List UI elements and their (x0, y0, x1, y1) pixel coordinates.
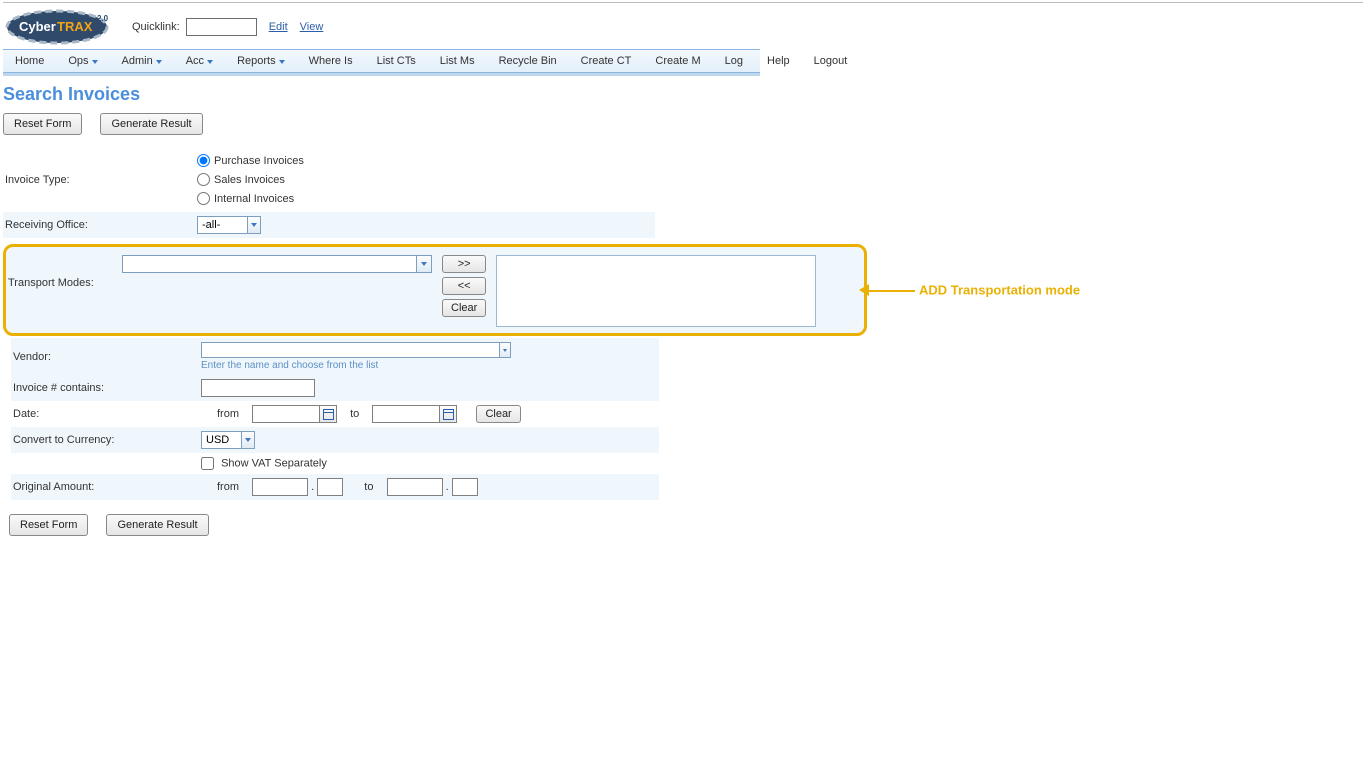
date-clear-button[interactable]: Clear (476, 405, 520, 423)
nav-where-is[interactable]: Where Is (297, 50, 365, 72)
transport-modes-label: Transport Modes: (6, 253, 122, 327)
transport-mode-add-button[interactable]: >> (442, 255, 486, 273)
nav-list-ms[interactable]: List Ms (428, 50, 487, 72)
nav-reports[interactable]: Reports (225, 50, 297, 72)
date-from-label: from (217, 408, 239, 420)
page-title: Search Invoices (3, 84, 1363, 105)
amount-to-whole-input[interactable] (387, 478, 443, 496)
nav-ops[interactable]: Ops (56, 50, 109, 72)
receiving-office-dropdown[interactable] (197, 216, 261, 234)
chevron-down-icon (92, 60, 98, 64)
chevron-down-icon (279, 60, 285, 64)
transport-mode-remove-button[interactable]: << (442, 277, 486, 295)
annotation-text: ADD Transportation mode (919, 283, 1080, 298)
amount-to-dec-input[interactable] (452, 478, 478, 496)
amount-from-dec-input[interactable] (317, 478, 343, 496)
chevron-down-icon (207, 60, 213, 64)
invoice-type-internal-label: Internal Invoices (214, 193, 294, 205)
reset-form-button[interactable]: Reset Form (3, 113, 82, 135)
nav-logout[interactable]: Logout (802, 50, 860, 72)
nav-create-m[interactable]: Create M (643, 50, 712, 72)
transport-modes-dropdown[interactable] (122, 255, 432, 273)
chevron-down-icon[interactable] (416, 256, 431, 272)
invoice-type-purchase-label: Purchase Invoices (214, 155, 304, 167)
svg-text:Cyber: Cyber (19, 19, 56, 34)
reset-form-button-bottom[interactable]: Reset Form (9, 514, 88, 536)
date-to-label: to (350, 408, 359, 420)
date-label: Date: (11, 401, 195, 427)
quicklink-label: Quicklink: (132, 21, 180, 33)
nav-help[interactable]: Help (755, 50, 802, 72)
annotation-arrow (865, 290, 915, 292)
generate-result-button-bottom[interactable]: Generate Result (106, 514, 208, 536)
nav-create-ct[interactable]: Create CT (569, 50, 644, 72)
original-amount-label: Original Amount: (11, 474, 195, 500)
amount-to-label: to (364, 481, 373, 493)
date-to-input[interactable] (372, 405, 457, 423)
invoice-type-sales-radio[interactable] (197, 173, 210, 186)
transport-modes-selected-list[interactable] (496, 255, 816, 327)
main-navbar: Home Ops Admin Acc Reports Where Is List… (3, 49, 760, 73)
transport-mode-clear-button[interactable]: Clear (442, 299, 486, 317)
chevron-down-icon[interactable] (499, 343, 510, 357)
invoice-type-label: Invoice Type: (3, 147, 191, 212)
edit-link[interactable]: Edit (269, 21, 288, 33)
amount-from-whole-input[interactable] (252, 478, 308, 496)
nav-acc[interactable]: Acc (174, 50, 225, 72)
vendor-hint: Enter the name and choose from the list (201, 360, 653, 371)
vendor-label: Vendor: (11, 338, 195, 375)
invoice-type-sales-label: Sales Invoices (214, 174, 285, 186)
chevron-down-icon (156, 60, 162, 64)
currency-dropdown[interactable] (201, 431, 255, 449)
nav-recycle-bin[interactable]: Recycle Bin (487, 50, 569, 72)
invoice-type-purchase-radio[interactable] (197, 154, 210, 167)
chevron-down-icon[interactable] (241, 432, 254, 448)
svg-text:TRAX: TRAX (57, 19, 93, 34)
transport-modes-section: Transport Modes: >> << Clear (3, 244, 867, 336)
quicklink-input[interactable] (186, 18, 257, 36)
nav-log[interactable]: Log (713, 50, 755, 72)
date-from-input[interactable] (252, 405, 337, 423)
generate-result-button[interactable]: Generate Result (100, 113, 202, 135)
calendar-icon[interactable] (439, 406, 456, 422)
invoice-contains-input[interactable] (201, 379, 315, 397)
view-link[interactable]: View (300, 21, 324, 33)
svg-text:2.0: 2.0 (97, 14, 109, 23)
invoice-contains-label: Invoice # contains: (11, 375, 195, 401)
nav-admin[interactable]: Admin (110, 50, 174, 72)
receiving-office-label: Receiving Office: (3, 212, 191, 238)
invoice-type-internal-radio[interactable] (197, 192, 210, 205)
chevron-down-icon[interactable] (247, 217, 260, 233)
currency-label: Convert to Currency: (11, 427, 195, 453)
calendar-icon[interactable] (319, 406, 336, 422)
amount-from-label: from (217, 481, 239, 493)
nav-home[interactable]: Home (3, 50, 56, 72)
app-logo: Cyber TRAX 2.0 (5, 9, 110, 45)
nav-list-cts[interactable]: List CTs (365, 50, 428, 72)
vat-checkbox[interactable] (201, 457, 214, 470)
vendor-dropdown[interactable] (201, 342, 511, 358)
vat-label: Show VAT Separately (221, 457, 327, 469)
